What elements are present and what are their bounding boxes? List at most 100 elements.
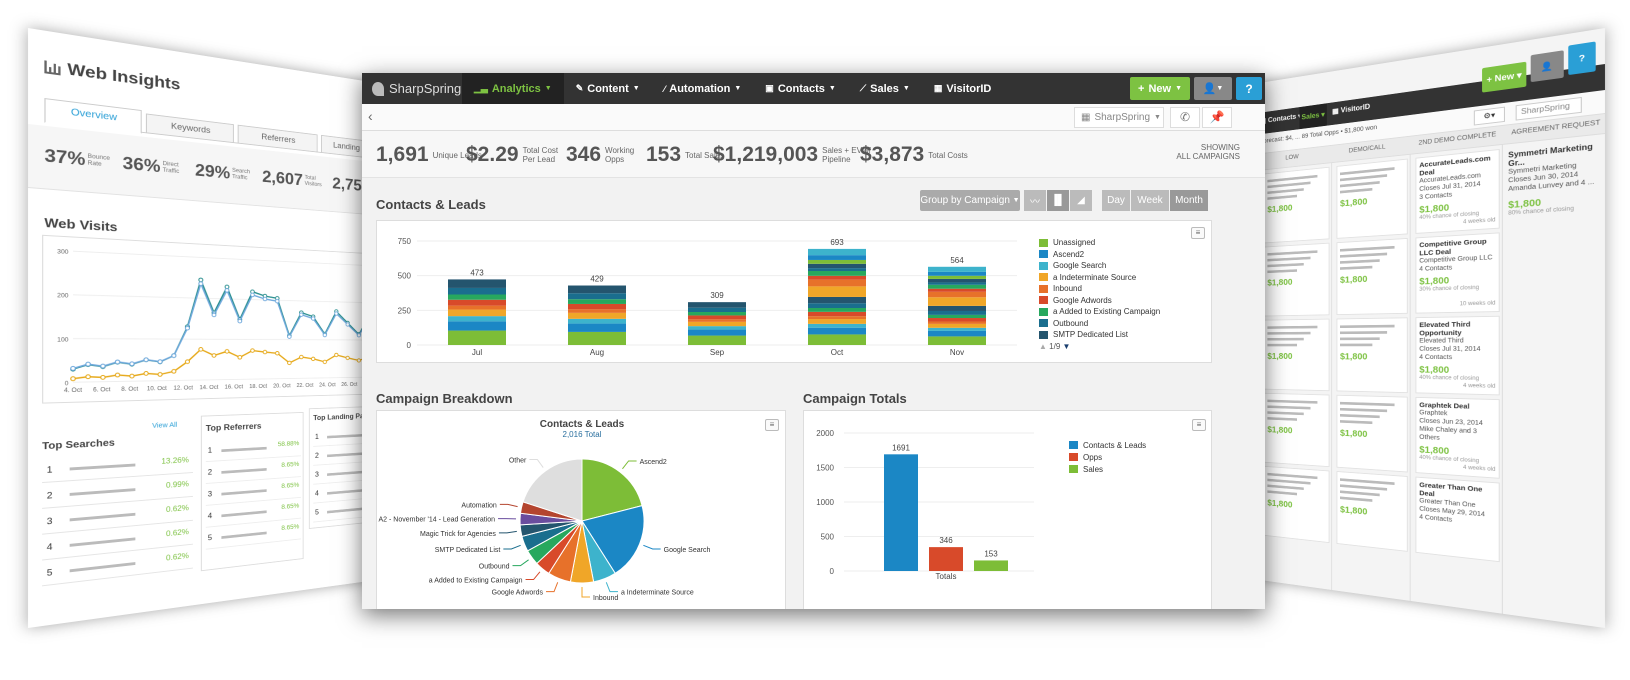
visits-point[interactable]	[357, 334, 360, 337]
deal-card[interactable]: $1,800	[1337, 395, 1408, 473]
bar-segment[interactable]	[808, 260, 866, 264]
bar-segment[interactable]	[808, 308, 866, 312]
bar-segment[interactable]	[808, 271, 866, 276]
bar-segment[interactable]	[568, 309, 626, 313]
bar-segment[interactable]	[808, 312, 866, 316]
deal-card[interactable]: $1,800	[1337, 159, 1408, 239]
visits-point[interactable]	[101, 375, 105, 379]
visits-point[interactable]	[185, 326, 189, 330]
deal-card[interactable]: $1,800	[1337, 317, 1408, 393]
visits-point[interactable]	[71, 377, 76, 381]
nav-sales[interactable]: ⟋ Sales ▼	[848, 73, 922, 104]
bar-segment[interactable]	[448, 321, 506, 330]
line-chart-toggle-icon[interactable]: 〰	[1024, 190, 1046, 211]
bar-segment[interactable]	[688, 315, 746, 319]
legend-item[interactable]: a Indeterminate Source	[1039, 272, 1160, 284]
bar-segment[interactable]	[688, 319, 746, 322]
bar-segment[interactable]	[808, 319, 866, 324]
deal-card[interactable]: Graphtek Deal Graphtek Closes Jun 23, 2014…	[1415, 397, 1499, 479]
bar-segment[interactable]	[928, 315, 986, 318]
phone-icon[interactable]: ✆	[1170, 107, 1200, 128]
legend-item[interactable]: a Added to Existing Campaign	[1039, 306, 1160, 318]
bar-chart-toggle-icon[interactable]: ▐▌	[1047, 190, 1069, 211]
user-menu-button[interactable]: 👤 ▼	[1194, 77, 1232, 100]
visits-point[interactable]	[199, 282, 203, 286]
visits-point[interactable]	[335, 312, 338, 315]
legend-item[interactable]: Outbound	[1039, 318, 1160, 330]
bar-segment[interactable]	[808, 280, 866, 287]
visits-point[interactable]	[300, 355, 304, 358]
bar-segment[interactable]	[808, 268, 866, 271]
visits-point[interactable]	[212, 313, 216, 317]
visits-point[interactable]	[335, 353, 338, 356]
bar-segment[interactable]	[568, 299, 626, 304]
visits-point[interactable]	[275, 351, 279, 355]
period-week-button[interactable]: Week	[1131, 190, 1169, 211]
visits-point[interactable]	[346, 323, 349, 326]
nav-automation[interactable]: ⁄ Automation ▼	[652, 73, 754, 104]
period-day-button[interactable]: Day	[1102, 190, 1130, 211]
bar-segment[interactable]	[568, 319, 626, 324]
bar-segment[interactable]	[808, 316, 866, 319]
bar-segment[interactable]	[448, 306, 506, 310]
bar-segment[interactable]	[928, 276, 986, 279]
visits-point[interactable]	[86, 362, 90, 366]
visits-point[interactable]	[130, 362, 134, 366]
bar-segment[interactable]	[928, 289, 986, 292]
visits-point[interactable]	[212, 354, 216, 358]
bar-segment[interactable]	[688, 336, 746, 345]
visits-point[interactable]	[263, 297, 267, 301]
bar-segment[interactable]	[808, 264, 866, 268]
pipeline-settings-icon[interactable]: ⚙▾	[1474, 107, 1505, 126]
deal-card[interactable]: $1,800	[1264, 393, 1329, 467]
deal-card[interactable]: AccurateLeads.com Deal AccurateLeads.com C…	[1415, 149, 1499, 234]
bar-segment[interactable]	[928, 282, 986, 284]
deal-card[interactable]: Competitive Group LLC Deal Competitive Gr…	[1415, 232, 1499, 313]
legend-pager[interactable]: ▲ 1/9 ▼	[1039, 342, 1070, 351]
nav-content[interactable]: ✎ Content ▼	[564, 73, 652, 104]
nav-analytics[interactable]: ▁▃ Analytics ▼	[462, 73, 564, 104]
bar-segment[interactable]	[568, 293, 626, 299]
pipeline-nav-contacts[interactable]: ▣ Contacts ▾	[1260, 112, 1301, 125]
visits-point[interactable]	[185, 360, 189, 364]
bar-segment[interactable]	[928, 311, 986, 315]
pipeline-help-button[interactable]: ?	[1568, 41, 1595, 75]
bar-segment[interactable]	[448, 294, 506, 299]
visits-point[interactable]	[172, 369, 176, 373]
visits-point[interactable]	[288, 361, 292, 365]
bar-segment[interactable]	[688, 326, 746, 329]
visits-point[interactable]	[158, 373, 162, 377]
visits-point[interactable]	[288, 335, 292, 339]
visits-point[interactable]	[238, 356, 242, 360]
bar-segment[interactable]	[568, 324, 626, 332]
legend-label[interactable]: Sales	[1083, 465, 1103, 474]
bar-segment[interactable]	[928, 267, 986, 272]
bar-segment[interactable]	[928, 279, 986, 283]
bar-segment[interactable]	[448, 300, 506, 306]
deal-card[interactable]: $1,800	[1264, 466, 1329, 543]
group-by-dropdown[interactable]: Group by Campaign ▼	[920, 190, 1020, 211]
bar-segment[interactable]	[568, 313, 626, 319]
bar-segment[interactable]	[808, 297, 866, 303]
visits-point[interactable]	[251, 349, 255, 353]
bar-segment[interactable]	[688, 302, 746, 308]
visits-point[interactable]	[251, 293, 255, 297]
nav-contacts[interactable]: ▣ Contacts ▼	[753, 73, 848, 104]
bar-segment[interactable]	[928, 285, 986, 289]
bar-segment[interactable]	[688, 330, 746, 336]
period-month-button[interactable]: Month	[1170, 190, 1208, 211]
pin-icon[interactable]: 📌	[1202, 107, 1232, 128]
bar-segment[interactable]	[808, 255, 866, 260]
bar-segment[interactable]	[448, 279, 506, 288]
bar-segment[interactable]	[688, 308, 746, 312]
visits-point[interactable]	[115, 360, 119, 364]
bar-segment[interactable]	[808, 249, 866, 255]
bar-segment[interactable]	[928, 297, 986, 306]
legend-label[interactable]: Contacts & Leads	[1083, 441, 1146, 450]
deal-card[interactable]: $1,800	[1337, 238, 1408, 315]
totals-menu-icon[interactable]: ≡	[1192, 419, 1206, 431]
legend-item[interactable]: Ascend2	[1039, 249, 1160, 261]
bar-segment[interactable]	[808, 328, 866, 335]
bar-segment[interactable]	[928, 336, 986, 345]
visits-point[interactable]	[130, 374, 134, 378]
